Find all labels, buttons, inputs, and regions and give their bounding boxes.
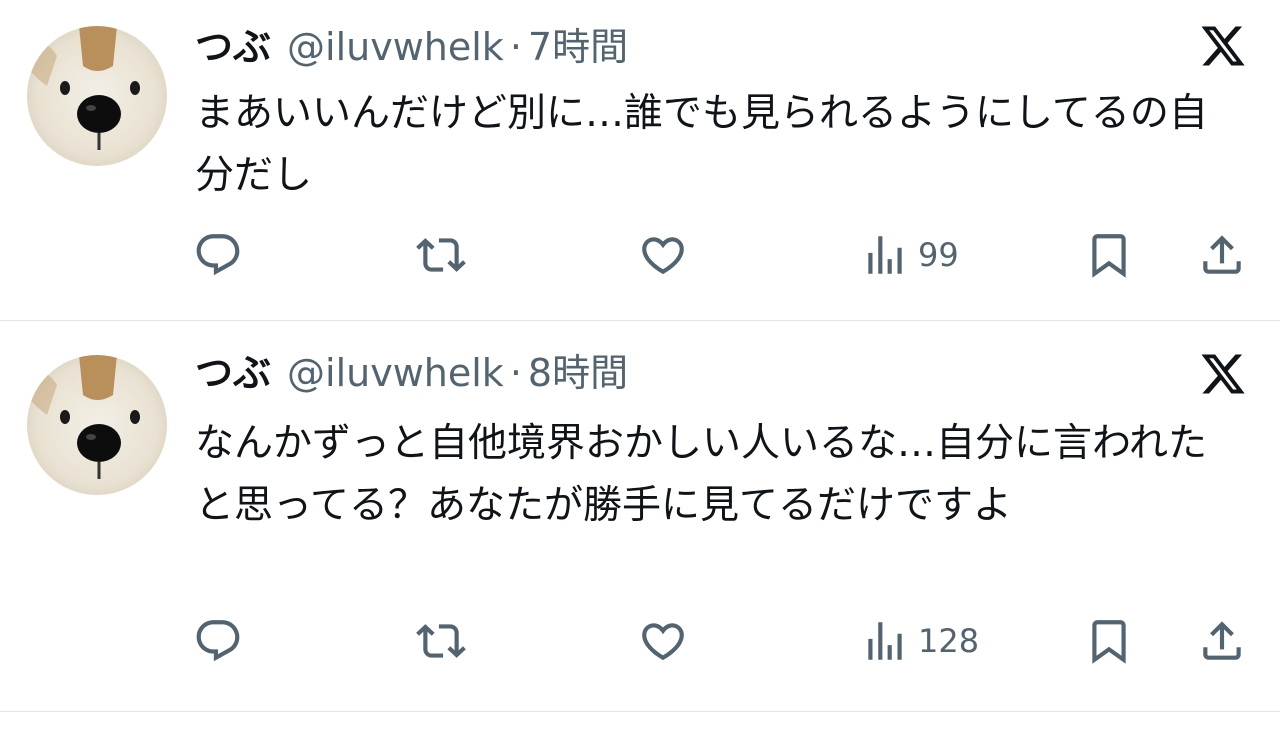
display-name[interactable]: つぶ [195,22,271,72]
separator-dot: · [509,351,522,395]
heart-icon [642,237,684,275]
tweet-text: まあいいんだけど別に…誰でも見られるようにしてるの自分だし [195,91,1208,198]
timestamp[interactable]: 8時間 [528,348,628,398]
share-button[interactable] [1197,230,1247,280]
retweet-button[interactable] [416,616,466,666]
bookmark-button[interactable] [1084,230,1134,280]
tweet-card[interactable]: つぶ @iluvwhelk · 8時間 なんかずっと自他境界おかしい人いるな…自… [0,321,1280,712]
views-button[interactable]: 99 [860,230,959,280]
views-count: 99 [918,236,959,274]
bookmark-icon [1092,620,1126,664]
reply-icon [196,620,240,662]
retweet-icon [416,624,466,658]
display-name[interactable]: つぶ [195,348,271,398]
share-icon [1203,235,1241,274]
x-logo-icon [1201,354,1245,394]
x-logo-icon [1201,26,1245,66]
reply-icon [196,234,240,276]
tweet-header: つぶ @iluvwhelk · 8時間 [195,348,628,398]
reply-button[interactable] [193,616,243,666]
user-handle[interactable]: @iluvwhelk [287,22,504,72]
tweet-actions: 128 [0,616,1280,666]
heart-icon [642,623,684,661]
avatar[interactable] [27,355,167,495]
share-icon [1203,621,1241,660]
retweet-button[interactable] [416,230,466,280]
like-button[interactable] [638,230,688,280]
teddy-bear-avatar-icon [27,26,167,166]
tweet-card[interactable]: つぶ @iluvwhelk · 7時間 まあいいんだけど別に…誰でも見られるよう… [0,0,1280,321]
separator-dot: · [509,25,522,69]
bookmark-button[interactable] [1084,616,1134,666]
views-count: 128 [918,622,980,660]
timestamp[interactable]: 7時間 [528,22,628,72]
views-chart-icon [868,236,902,274]
bookmark-icon [1092,234,1126,278]
reply-button[interactable] [193,230,243,280]
tweet-text: なんかずっと自他境界おかしい人いるな…自分に言われたと思ってる？あなたが勝手に見… [195,421,1208,528]
retweet-icon [416,238,466,272]
timeline-feed: つぶ @iluvwhelk · 7時間 まあいいんだけど別に…誰でも見られるよう… [0,0,1280,712]
views-chart-icon [868,622,902,660]
views-button[interactable]: 128 [860,616,979,666]
avatar[interactable] [27,26,167,166]
teddy-bear-avatar-icon [27,355,167,495]
like-button[interactable] [638,616,688,666]
user-handle[interactable]: @iluvwhelk [287,348,504,398]
tweet-actions: 99 [0,230,1280,280]
tweet-header: つぶ @iluvwhelk · 7時間 [195,22,628,72]
share-button[interactable] [1197,616,1247,666]
